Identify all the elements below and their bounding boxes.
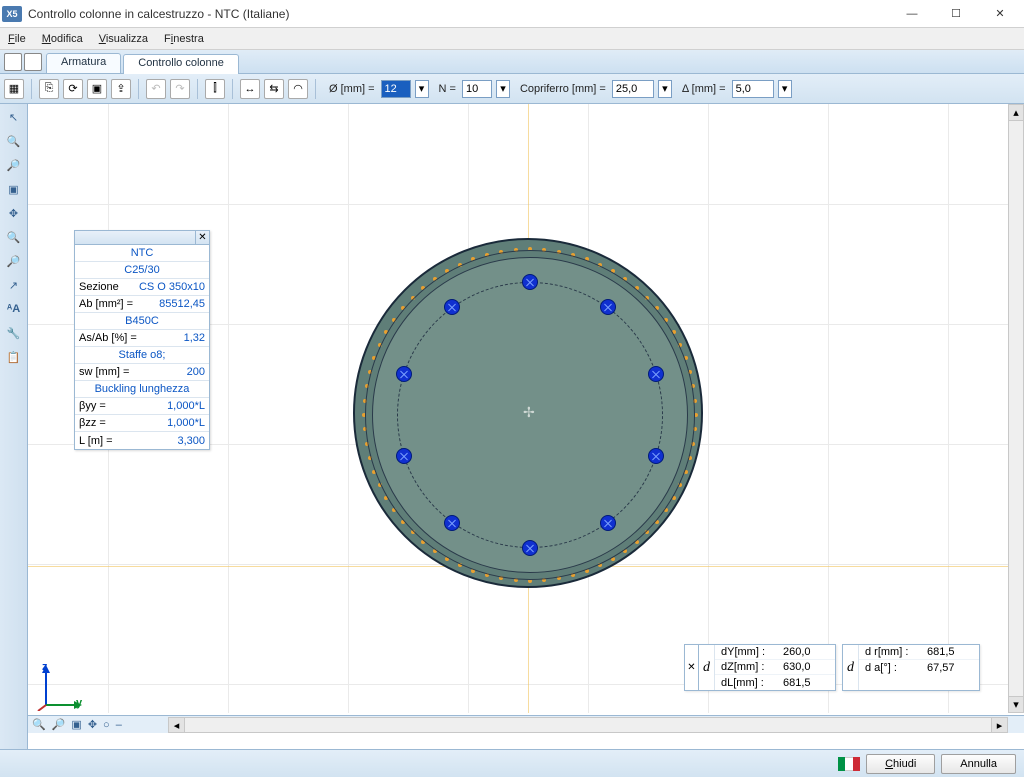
flag-italy-icon bbox=[838, 757, 860, 771]
config-icon[interactable]: ▣ bbox=[87, 79, 107, 99]
zoom-in-icon[interactable]: 🔍 bbox=[5, 132, 23, 150]
menu-visualizza[interactable]: Visualizza bbox=[95, 31, 152, 47]
coord-close-icon[interactable]: ✕ bbox=[685, 645, 699, 690]
window-title: Controllo colonne in calcestruzzo - NTC … bbox=[28, 7, 890, 21]
canvas[interactable]: ✢ ✕ NTC C25/30 SezioneCS O 350x10 Ab [mm… bbox=[28, 104, 1024, 749]
n-dropdown-icon[interactable]: ▾ bbox=[496, 80, 510, 98]
delta-input[interactable] bbox=[732, 80, 774, 98]
info-steel: B450C bbox=[75, 313, 209, 330]
d-symbol: d bbox=[843, 645, 859, 690]
copy-icon[interactable]: ⎘ bbox=[39, 79, 59, 99]
fit-small-icon[interactable]: ▣ bbox=[71, 718, 81, 731]
rebar[interactable] bbox=[396, 366, 412, 382]
tool-dim2-icon[interactable]: ⇆ bbox=[264, 79, 284, 99]
grid-icon[interactable]: ▦ bbox=[4, 79, 24, 99]
info-close-icon[interactable]: ✕ bbox=[195, 231, 209, 244]
info-ntc: NTC bbox=[75, 245, 209, 262]
pan-small-icon[interactable]: ✥ bbox=[88, 718, 97, 731]
tool-lines-icon[interactable]: ⫿ bbox=[205, 79, 225, 99]
rebar[interactable] bbox=[396, 448, 412, 464]
scroll-left-icon[interactable]: ◂ bbox=[169, 718, 185, 732]
export-icon[interactable]: ⇪ bbox=[111, 79, 131, 99]
zoom-dim2-icon: 🔎 bbox=[5, 252, 23, 270]
pan-icon[interactable]: ✥ bbox=[5, 204, 23, 222]
scroll-right-icon[interactable]: ▸ bbox=[991, 718, 1007, 732]
n-input[interactable] bbox=[462, 80, 492, 98]
zoom-dim-icon: 🔍 bbox=[5, 228, 23, 246]
cover-dropdown-icon[interactable]: ▾ bbox=[658, 80, 672, 98]
minimize-button[interactable]: — bbox=[890, 0, 934, 28]
work-area: ↖ 🔍 🔎 ▣ ✥ 🔍 🔎 ↗ ᴬA 🔧 📋 ✢ ✕ NTC C25/30 Se… bbox=[0, 104, 1024, 749]
maximize-button[interactable]: ☐ bbox=[934, 0, 978, 28]
rebar[interactable] bbox=[444, 515, 460, 531]
rebar[interactable] bbox=[648, 366, 664, 382]
menu-bar: File Modifica Visualizza Finestra bbox=[0, 28, 1024, 50]
section-circle[interactable]: ✢ bbox=[353, 238, 703, 588]
redo-icon[interactable]: ↷ bbox=[170, 79, 190, 99]
clipboard-icon: 📋 bbox=[5, 348, 23, 366]
left-toolbar: ↖ 🔍 🔎 ▣ ✥ 🔍 🔎 ↗ ᴬA 🔧 📋 bbox=[0, 104, 28, 749]
info-concrete: C25/30 bbox=[75, 262, 209, 279]
dash-small-icon[interactable]: – bbox=[116, 719, 122, 731]
tool-dim1-icon[interactable]: ↔ bbox=[240, 79, 260, 99]
toolbar: ▦ ⎘ ⟳ ▣ ⇪ ↶ ↷ ⫿ ↔ ⇆ ◠ Ø [mm] = ▾ N = ▾ C… bbox=[0, 74, 1024, 104]
rebar[interactable] bbox=[600, 299, 616, 315]
horizontal-scrollbar[interactable]: ◂▸ bbox=[168, 717, 1008, 733]
cover-label: Copriferro [mm] = bbox=[520, 83, 606, 95]
close-button[interactable]: ✕ bbox=[978, 0, 1022, 28]
vector-icon[interactable]: ↗ bbox=[5, 276, 23, 294]
info-panel[interactable]: ✕ NTC C25/30 SezioneCS O 350x10 Ab [mm²]… bbox=[74, 230, 210, 450]
status-bar: Chiudi Annulla bbox=[0, 749, 1024, 777]
delta-label: Δ [mm] = bbox=[682, 83, 726, 95]
icon-print[interactable] bbox=[24, 53, 42, 71]
title-bar: X5 Controllo colonne in calcestruzzo - N… bbox=[0, 0, 1024, 28]
menu-finestra[interactable]: Finestra bbox=[160, 31, 208, 47]
vertical-scrollbar[interactable]: ▴▾ bbox=[1008, 104, 1024, 713]
app-icon: X5 bbox=[2, 6, 22, 22]
icon-list[interactable] bbox=[4, 53, 22, 71]
scroll-down-icon[interactable]: ▾ bbox=[1009, 696, 1023, 712]
d-symbol: d bbox=[699, 645, 715, 690]
info-staffe: Staffe o8; bbox=[75, 347, 209, 364]
diameter-input[interactable] bbox=[381, 80, 411, 98]
rebar[interactable] bbox=[522, 274, 538, 290]
zoom-out-small-icon[interactable]: 🔎 bbox=[52, 718, 66, 731]
coord-group-d1[interactable]: ✕ d dY[mm] :260,0 dZ[mm] :630,0 dL[mm] :… bbox=[684, 644, 836, 691]
text-icon[interactable]: ᴬA bbox=[5, 300, 23, 318]
tab-strip: Armatura Controllo colonne bbox=[0, 50, 1024, 74]
pointer-icon[interactable]: ↖ bbox=[5, 108, 23, 126]
menu-file[interactable]: File bbox=[4, 31, 30, 47]
coord-group-d2[interactable]: d d r[mm] :681,5 d a[°] :67,57 bbox=[842, 644, 980, 691]
axis-indicator: z y bbox=[34, 661, 84, 711]
zoom-in-small-icon[interactable]: 🔍 bbox=[32, 718, 46, 731]
wrench-icon[interactable]: 🔧 bbox=[5, 324, 23, 342]
rebar[interactable] bbox=[600, 515, 616, 531]
zoom-out-icon[interactable]: 🔎 bbox=[5, 156, 23, 174]
annulla-button[interactable]: Annulla bbox=[941, 754, 1016, 774]
coord-panel: ✕ d dY[mm] :260,0 dZ[mm] :630,0 dL[mm] :… bbox=[684, 644, 980, 691]
center-mark-icon: ✢ bbox=[523, 408, 533, 418]
chiudi-button[interactable]: Chiudi bbox=[866, 754, 935, 774]
rebar[interactable] bbox=[522, 540, 538, 556]
fit-icon[interactable]: ▣ bbox=[5, 180, 23, 198]
tab-armatura[interactable]: Armatura bbox=[46, 53, 121, 73]
reload-icon[interactable]: ⟳ bbox=[63, 79, 83, 99]
diameter-dropdown-icon[interactable]: ▾ bbox=[415, 80, 429, 98]
diameter-label: Ø [mm] = bbox=[329, 83, 375, 95]
delta-dropdown-icon[interactable]: ▾ bbox=[778, 80, 792, 98]
undo-icon[interactable]: ↶ bbox=[146, 79, 166, 99]
rebar[interactable] bbox=[648, 448, 664, 464]
rebar[interactable] bbox=[444, 299, 460, 315]
tab-controllo-colonne[interactable]: Controllo colonne bbox=[123, 54, 239, 74]
cover-input[interactable] bbox=[612, 80, 654, 98]
menu-modifica[interactable]: Modifica bbox=[38, 31, 87, 47]
n-label: N = bbox=[439, 83, 456, 95]
tool-arc-icon[interactable]: ◠ bbox=[288, 79, 308, 99]
scroll-up-icon[interactable]: ▴ bbox=[1009, 105, 1023, 121]
circle-small-icon[interactable]: ○ bbox=[103, 719, 110, 731]
info-buckling: Buckling lunghezza bbox=[75, 381, 209, 398]
